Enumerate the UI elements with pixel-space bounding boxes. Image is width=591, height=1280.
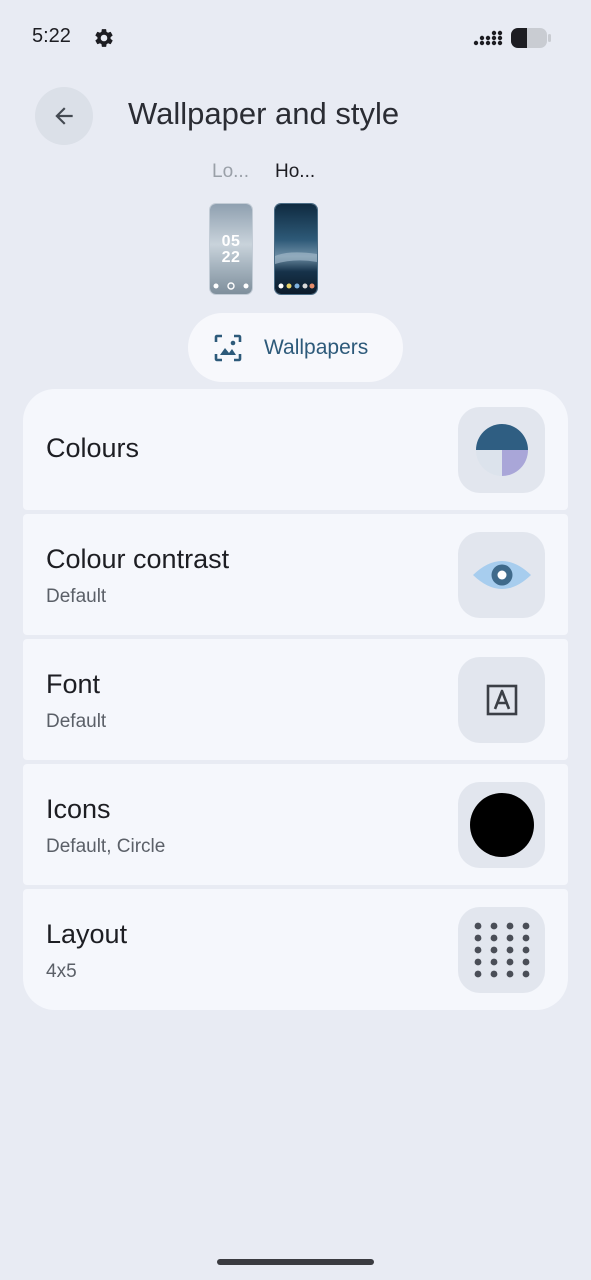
lock-screen-preview[interactable]: 05 22: [210, 204, 252, 294]
back-button[interactable]: [35, 87, 93, 145]
gear-icon: [95, 29, 113, 47]
colour-contrast-title: Colour contrast: [46, 544, 230, 574]
icons-value: Default, Circle: [46, 836, 166, 857]
home-screen-preview[interactable]: [275, 204, 317, 294]
signal-icon: [473, 30, 503, 46]
wallpapers-label: Wallpapers: [264, 336, 369, 359]
status-time: 5:22: [32, 25, 71, 47]
eye-icon: [472, 561, 531, 589]
tab-lock-screen[interactable]: Lo...: [212, 161, 249, 183]
lock-shortcut-icons: [213, 282, 249, 290]
icons-option[interactable]: Icons Default, Circle: [23, 764, 568, 885]
layout-value: 4x5: [46, 961, 77, 982]
lock-clock-hour: 05: [221, 233, 241, 250]
home-wallpaper-art: [275, 252, 317, 289]
color-palette-icon: [475, 424, 528, 476]
grid-icon: [474, 922, 529, 978]
colours-tile: [458, 407, 545, 493]
colour-contrast-option[interactable]: Colour contrast Default: [23, 514, 568, 635]
font-value: Default: [46, 711, 107, 732]
font-icon: [486, 684, 517, 716]
wallpapers-button[interactable]: Wallpapers: [188, 313, 403, 382]
layout-tile: [458, 907, 545, 993]
icons-tile: [458, 782, 545, 868]
layout-title: Layout: [46, 919, 128, 949]
image-icon: [214, 334, 242, 362]
layout-option[interactable]: Layout 4x5: [23, 889, 568, 1010]
status-bar: 5:22: [0, 0, 591, 76]
battery-icon: [511, 28, 551, 48]
icons-title: Icons: [46, 794, 111, 824]
circle-shape-icon: [469, 793, 534, 857]
tab-home-screen[interactable]: Ho...: [275, 161, 315, 183]
colour-contrast-value: Default: [46, 586, 107, 607]
colours-title: Colours: [46, 433, 140, 463]
colours-option[interactable]: Colours: [23, 389, 568, 510]
lock-clock-minute: 22: [221, 249, 241, 266]
font-title: Font: [46, 669, 101, 699]
arrow-left-icon: [55, 107, 73, 125]
page-title: Wallpaper and style: [128, 96, 400, 131]
home-indicator[interactable]: [217, 1259, 374, 1265]
colour-contrast-tile: [458, 532, 545, 618]
font-tile: [458, 657, 545, 743]
font-option[interactable]: Font Default: [23, 639, 568, 760]
